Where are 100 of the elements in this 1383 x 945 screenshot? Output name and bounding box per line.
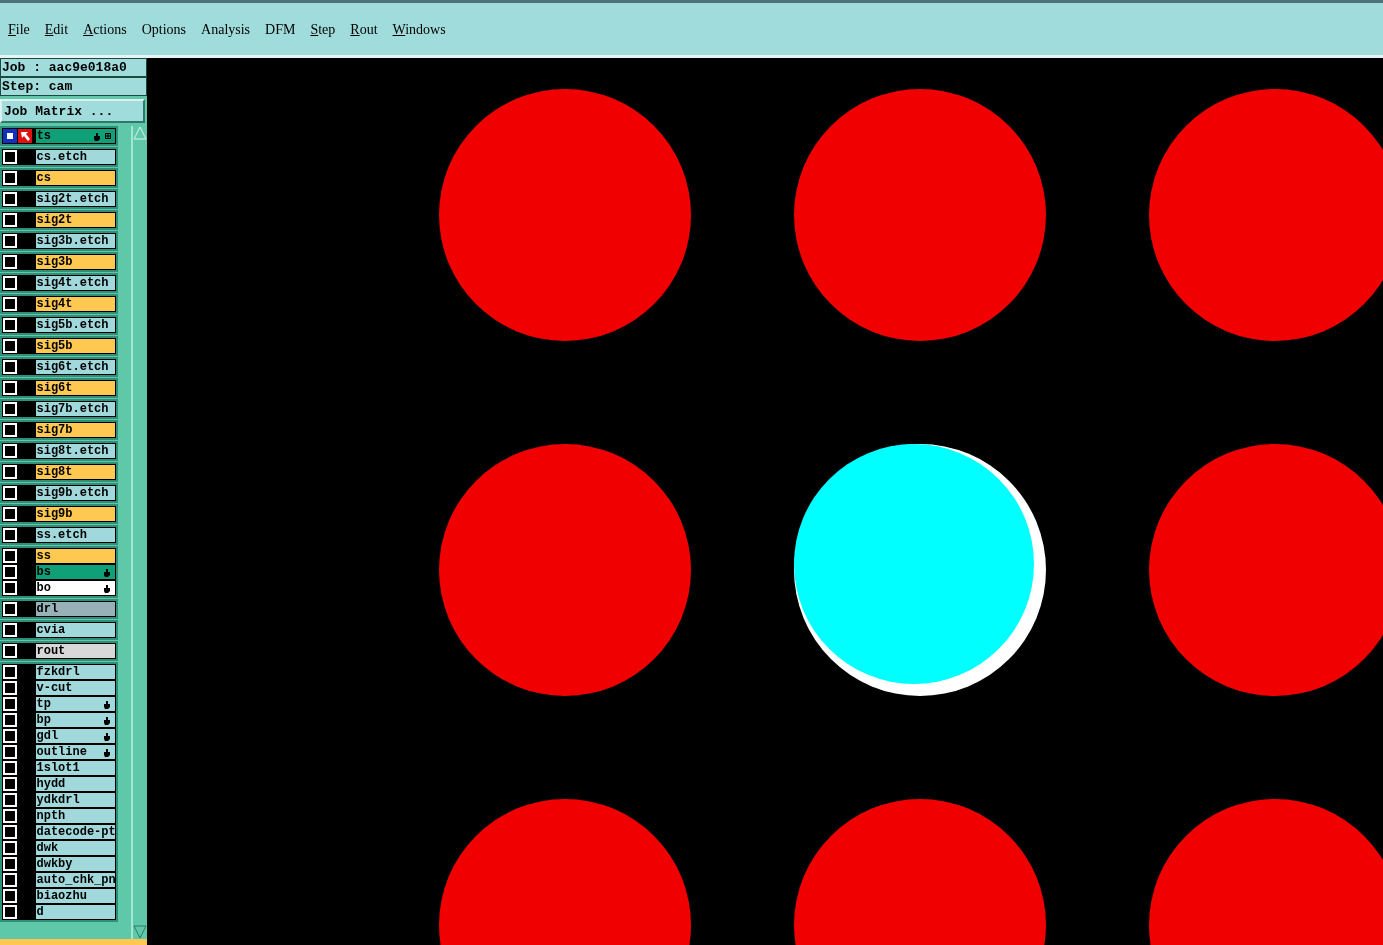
- layer-name[interactable]: sig5b: [34, 338, 116, 354]
- layer-name[interactable]: rout: [34, 643, 116, 659]
- selected-pad[interactable]: [794, 444, 1046, 696]
- layer-name[interactable]: sig6t: [34, 380, 116, 396]
- layer-name-text: drl: [36, 602, 59, 616]
- menu-item[interactable]: Options: [141, 18, 194, 40]
- layer-name[interactable]: hydd: [34, 776, 116, 792]
- hand-icon: [103, 731, 111, 741]
- layer-name-text: dwk: [36, 841, 59, 855]
- layer-name-text: outline: [36, 745, 87, 759]
- pad[interactable]: [439, 799, 691, 945]
- layer-name[interactable]: cvia: [34, 622, 116, 638]
- layer-name[interactable]: sig5b.etch: [34, 317, 116, 333]
- layer-name-text: cs: [36, 171, 51, 185]
- layer-name[interactable]: auto_chk_pn: [34, 872, 116, 888]
- layer-name-text: sig3b: [36, 255, 73, 269]
- layer-name-text: sig5b: [36, 339, 73, 353]
- layer-name-text: biaozhu: [36, 889, 87, 903]
- layer-name-text: fzkdrl: [36, 665, 80, 679]
- layer-name[interactable]: cs: [34, 170, 116, 186]
- layer-name[interactable]: sig2t.etch: [34, 191, 116, 207]
- menu-item[interactable]: File: [8, 18, 37, 40]
- pad[interactable]: [1149, 799, 1383, 945]
- pad[interactable]: [439, 89, 691, 341]
- layer-name-text: bp: [36, 713, 51, 727]
- layer-name[interactable]: d: [34, 904, 116, 920]
- layer-name[interactable]: ts: [34, 128, 116, 144]
- layer-name[interactable]: sig6t.etch: [34, 359, 116, 375]
- menu-item[interactable]: Actions: [83, 18, 134, 40]
- layer-name-text: sig9b.etch: [36, 486, 109, 500]
- layer-name-text: sig6t: [36, 381, 73, 395]
- layer-name[interactable]: bp: [34, 712, 116, 728]
- layer-name[interactable]: sig3b: [34, 254, 116, 270]
- layer-name[interactable]: bs: [34, 564, 116, 580]
- layer-name-text: hydd: [36, 777, 66, 791]
- layer-name[interactable]: gdl: [34, 728, 116, 744]
- layer-name-text: bs: [36, 565, 51, 579]
- layer-name[interactable]: sig9b: [34, 506, 116, 522]
- layer-name-text: sig9b: [36, 507, 73, 521]
- layer-name[interactable]: sig2t: [34, 212, 116, 228]
- layer-name[interactable]: sig8t: [34, 464, 116, 480]
- layer-name[interactable]: ss.etch: [34, 527, 116, 543]
- layer-name[interactable]: datecode-pt: [34, 824, 116, 840]
- layer-name[interactable]: sig3b.etch: [34, 233, 116, 249]
- hand-icon: [103, 583, 111, 593]
- pad[interactable]: [1149, 444, 1383, 696]
- job-label: Job : aac9e018a0: [0, 58, 147, 77]
- layer-name-text: sig5b.etch: [36, 318, 109, 332]
- step-label: Step: cam: [0, 77, 147, 96]
- layer-name-text: sig8t.etch: [36, 444, 109, 458]
- menu-item[interactable]: Rout: [350, 18, 385, 40]
- pad[interactable]: [439, 444, 691, 696]
- layer-name[interactable]: sig9b.etch: [34, 485, 116, 501]
- pad[interactable]: [794, 89, 1046, 341]
- layer-name[interactable]: npth: [34, 808, 116, 824]
- layer-name[interactable]: sig4t: [34, 296, 116, 312]
- menu-item[interactable]: DFM: [265, 18, 303, 40]
- layer-name-text: sig7b.etch: [36, 402, 109, 416]
- layer-name-text: 1slot1: [36, 761, 80, 775]
- layer-name[interactable]: sig4t.etch: [34, 275, 116, 291]
- menu-item[interactable]: Analysis: [201, 18, 258, 40]
- layer-name-text: rout: [36, 644, 66, 658]
- hand-icon: [103, 699, 111, 709]
- layer-name[interactable]: tp: [34, 696, 116, 712]
- menu-item[interactable]: Step: [310, 18, 343, 40]
- layer-name-text: cvia: [36, 623, 66, 637]
- layer-name[interactable]: ydkdrl: [34, 792, 116, 808]
- layer-checkbox[interactable]: [3, 129, 17, 143]
- layer-name-text: sig4t: [36, 297, 73, 311]
- menu-item[interactable]: Edit: [44, 18, 76, 40]
- layer-name-text: v-cut: [36, 681, 73, 695]
- layer-name[interactable]: bo: [34, 580, 116, 596]
- layer-name-text: npth: [36, 809, 66, 823]
- layer-name[interactable]: fzkdrl: [34, 664, 116, 680]
- layer-name[interactable]: cs.etch: [34, 149, 116, 165]
- layer-name-text: ss.etch: [36, 528, 87, 542]
- layer-name-text: sig3b.etch: [36, 234, 109, 248]
- job-matrix-button[interactable]: Job Matrix ...: [0, 99, 145, 123]
- layer-name-text: dwkby: [36, 857, 73, 871]
- layer-name[interactable]: sig8t.etch: [34, 443, 116, 459]
- layer-name-text: sig7b: [36, 423, 73, 437]
- layer-name-text: ts: [36, 129, 52, 143]
- hand-icon: [103, 567, 111, 577]
- pad[interactable]: [794, 799, 1046, 945]
- layer-name[interactable]: drl: [34, 601, 116, 617]
- layer-name[interactable]: v-cut: [34, 680, 116, 696]
- layer-name[interactable]: 1slot1: [34, 760, 116, 776]
- layer-name[interactable]: ss: [34, 548, 116, 564]
- layer-name[interactable]: dwkby: [34, 856, 116, 872]
- pad[interactable]: [1149, 89, 1383, 341]
- menu-item[interactable]: Windows: [392, 18, 453, 40]
- layer-name-text: sig8t: [36, 465, 73, 479]
- layer-name[interactable]: dwk: [34, 840, 116, 856]
- hand-icon: [103, 747, 111, 757]
- layer-name[interactable]: sig7b: [34, 422, 116, 438]
- layer-name-text: sig4t.etch: [36, 276, 109, 290]
- layer-name-text: ss: [36, 549, 51, 563]
- layer-name[interactable]: sig7b.etch: [34, 401, 116, 417]
- layer-name[interactable]: biaozhu: [34, 888, 116, 904]
- layer-name[interactable]: outline: [34, 744, 116, 760]
